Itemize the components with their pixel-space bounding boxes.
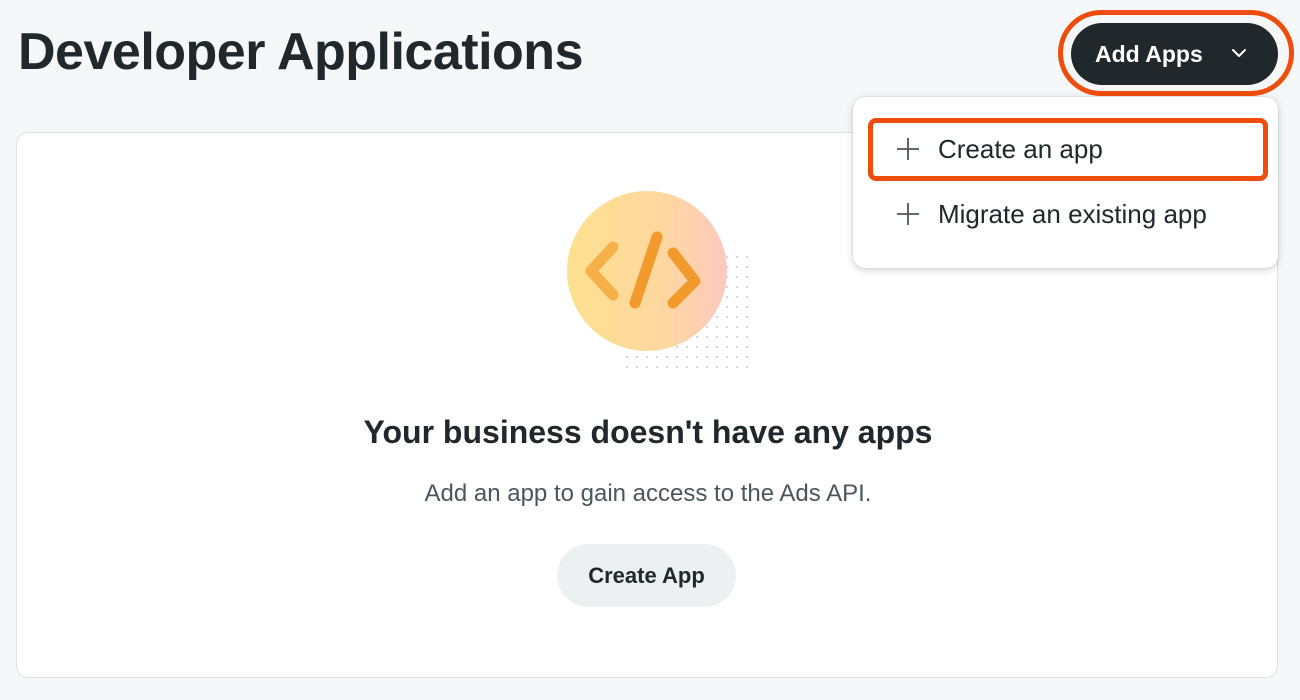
add-apps-button[interactable]: Add Apps — [1071, 23, 1278, 85]
plus-icon — [897, 138, 919, 160]
page-title: Developer Applications — [18, 23, 584, 81]
menu-item-label: Migrate an existing app — [938, 198, 1207, 229]
empty-state-title: Your business doesn't have any apps — [363, 414, 933, 450]
code-brackets-icon — [567, 191, 755, 375]
empty-state-subtitle: Add an app to gain access to the Ads API… — [424, 480, 872, 507]
menu-item-label: Create an app — [938, 133, 1103, 164]
create-app-button[interactable]: Create App — [557, 544, 736, 607]
menu-item-create-app[interactable]: Create an app — [870, 120, 1266, 178]
plus-icon — [897, 203, 919, 225]
add-apps-label: Add Apps — [1095, 40, 1203, 67]
menu-item-migrate-app[interactable]: Migrate an existing app — [870, 185, 1266, 243]
developer-applications-page: Developer Applications Add Apps Your bus… — [0, 0, 1300, 700]
chevron-down-icon — [1232, 49, 1246, 57]
